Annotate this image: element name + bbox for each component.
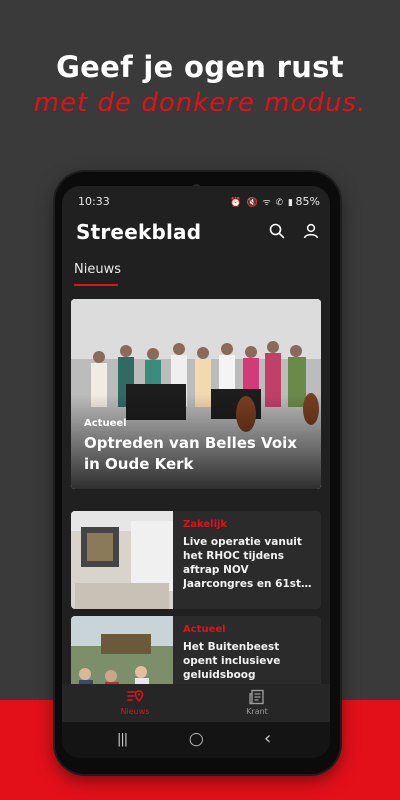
- news-pin-icon: [127, 690, 144, 703]
- article-title: Live operatie vanuit het RHOC tijdens af…: [183, 536, 302, 590]
- featured-article-category: Actueel: [84, 418, 127, 429]
- article-category: Zakelijk: [183, 519, 228, 530]
- promo-title: Geef je ogen rust: [56, 50, 344, 84]
- nav-label-krant: Krant: [246, 707, 268, 716]
- status-bar: 10:33 ⏰ 🔇 ᯤ ✆ ▮ 85%: [62, 186, 330, 216]
- tab-active-indicator: [74, 284, 118, 286]
- nav-label-nieuws: Nieuws: [120, 707, 150, 716]
- featured-article-card[interactable]: Actueel Optreden van Belles Voix in Oude…: [71, 299, 321, 489]
- nav-item-krant[interactable]: Krant: [212, 689, 302, 716]
- bottom-navigation: Nieuws Krant: [62, 684, 330, 722]
- recents-button[interactable]: |||: [117, 732, 128, 747]
- featured-article-text: Actueel Optreden van Belles Voix in Oude…: [84, 418, 311, 475]
- article-text: Zakelijk Live operatie vanuit het RHOC t…: [183, 519, 315, 591]
- article-category: Actueel: [183, 624, 226, 635]
- app-title: Streekblad: [76, 220, 202, 244]
- promo-subtitle: met de donkere modus.: [33, 88, 367, 118]
- status-time: 10:33: [78, 195, 110, 208]
- account-icon[interactable]: [302, 222, 320, 240]
- nav-item-nieuws[interactable]: Nieuws: [90, 689, 180, 716]
- article-thumbnail: [71, 511, 173, 609]
- featured-article-title: Optreden van Belles Voix in Oude Kerk: [84, 434, 297, 473]
- article-card[interactable]: Zakelijk Live operatie vanuit het RHOC t…: [71, 511, 321, 609]
- newspaper-icon: [249, 689, 264, 705]
- battery-level: 85%: [295, 195, 320, 208]
- back-button[interactable]: ‹: [264, 728, 271, 749]
- home-button[interactable]: ◯: [189, 732, 204, 747]
- app-screen: 10:33 ⏰ 🔇 ᯤ ✆ ▮ 85% Streekblad Nieuws Ac…: [62, 186, 330, 758]
- article-text: Actueel Het Buitenbeest opent inclusieve…: [183, 624, 315, 682]
- search-icon[interactable]: [268, 222, 286, 240]
- article-title: Het Buitenbeest opent inclusieve geluids…: [183, 641, 281, 681]
- tab-nieuws[interactable]: Nieuws: [74, 262, 121, 277]
- status-icons: ⏰ 🔇 ᯤ ✆ ▮: [230, 198, 294, 208]
- system-navigation-bar: ||| ◯ ‹: [62, 722, 330, 758]
